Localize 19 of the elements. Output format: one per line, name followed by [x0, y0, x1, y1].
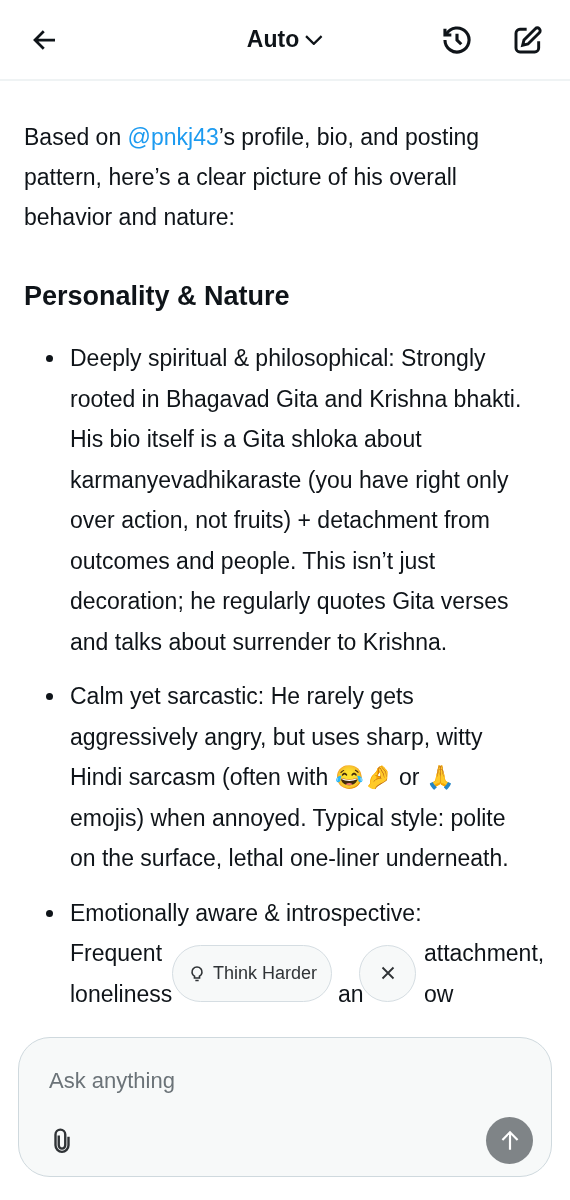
bullet-text: Calm yet sarcastic: He rarely gets aggressively angry, but uses sharp, witty Hindi sarcasm (often with 😂🤌 or 🙏 emojis) when annoyed. Typical style: polite on the surface, lethal one-liner underneath.: [70, 682, 510, 873]
chevron-down-icon: [305, 34, 324, 45]
bullet-dot: [46, 909, 53, 917]
bullet-text: Deeply spiritual & philosophical: Strongly rooted in Bhagavad Gita and Krishna bhakti. His bio itself is a Gita shloka about karmanyevadhikaraste (you have right only over action, not fruits) + detachment from outcomes and people. This isn’t just decoration; he regularly quotes Gita verses and talks about surrender to Krishna.: [70, 344, 523, 657]
bullet-text: an: [338, 979, 364, 1009]
compose-icon[interactable]: [512, 23, 544, 56]
send-button[interactable]: [486, 1117, 533, 1164]
intro-text: Based on @pnkj43’s profile, bio, and posting pattern, here’s a clear picture of his overall behavior and nature:: [24, 123, 481, 232]
section-heading: Personality & Nature: [24, 281, 291, 312]
ask-input-field[interactable]: Ask anything: [49, 1068, 533, 1094]
bullet-dot: [46, 693, 53, 700]
model-selector[interactable]: Auto: [246, 26, 324, 53]
think-harder-button[interactable]: Think Harder: [172, 944, 333, 1002]
bullet-text: ow: [424, 979, 454, 1009]
bullet-text: attachment,: [424, 939, 545, 968]
bullet-dot: [46, 355, 53, 362]
bullet-text: Frequent: [70, 939, 163, 968]
bullet-text: loneliness: [70, 979, 173, 1009]
bullet-text: Emotionally aware & introspective:: [70, 898, 422, 928]
